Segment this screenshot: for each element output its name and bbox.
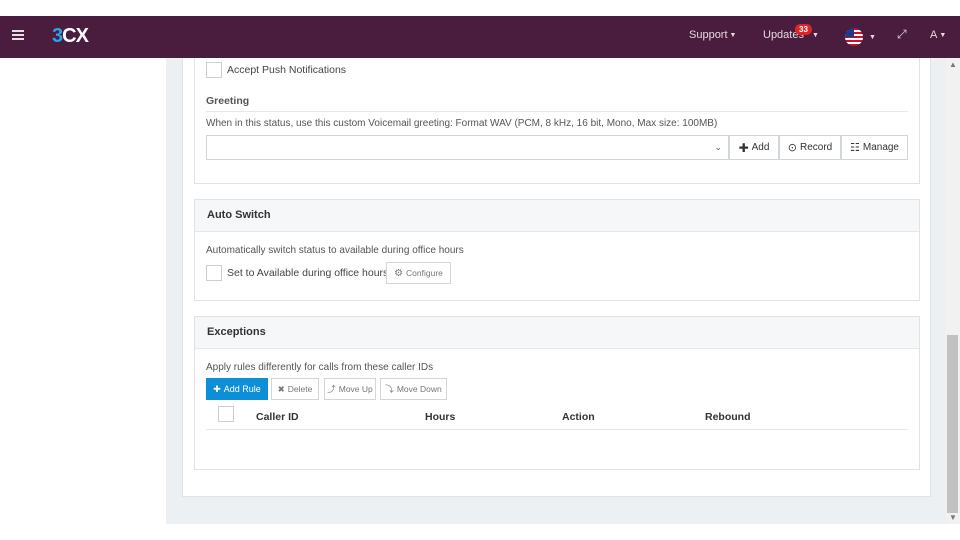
- arrow-down-icon: ⤵: [385, 384, 394, 394]
- user-menu[interactable]: A ▼: [930, 29, 946, 41]
- scroll-up-arrow-icon[interactable]: ▲: [947, 60, 959, 69]
- caret-down-icon: ▼: [811, 31, 819, 39]
- exceptions-help: Apply rules differently for calls from t…: [206, 362, 434, 373]
- push-notifications-label: Accept Push Notifications: [227, 64, 347, 76]
- column-header-hours[interactable]: Hours: [425, 411, 455, 423]
- add-rule-button[interactable]: ✚ Add Rule: [206, 378, 268, 400]
- plus-icon: ✚: [213, 383, 221, 394]
- top-navbar: 3CX Support ▼ Updates ▼ 33 ▼ ⤢ A ▼: [0, 16, 960, 58]
- updates-badge: 33: [795, 24, 812, 35]
- exceptions-title: Exceptions: [195, 317, 919, 349]
- push-notifications-checkbox[interactable]: [206, 62, 222, 78]
- left-gutter: [0, 58, 166, 540]
- caret-down-icon: ▼: [939, 31, 947, 39]
- us-flag-icon[interactable]: [845, 28, 863, 46]
- chevron-down-icon: ⌄: [714, 142, 722, 152]
- configure-button[interactable]: ⚙ Configure: [386, 262, 451, 284]
- greeting-add-button[interactable]: ✚ Add: [729, 135, 779, 160]
- divider: [206, 111, 908, 112]
- auto-switch-title: Auto Switch: [195, 200, 919, 232]
- move-down-button[interactable]: ⤵ Move Down: [380, 378, 447, 400]
- scrollbar-thumb[interactable]: [947, 335, 958, 513]
- close-icon: ✖: [277, 383, 285, 394]
- greeting-manage-button[interactable]: ☷ Manage: [841, 135, 908, 160]
- caret-down-icon: ▼: [729, 31, 737, 39]
- list-icon: ☷: [849, 142, 860, 154]
- move-up-button[interactable]: ⤴ Move Up: [324, 378, 376, 400]
- gear-icon: ⚙: [394, 267, 404, 279]
- logo[interactable]: 3CX: [52, 25, 89, 48]
- auto-switch-checkbox[interactable]: [206, 265, 222, 281]
- column-header-rebound[interactable]: Rebound: [705, 411, 751, 423]
- support-menu[interactable]: Support ▼: [689, 29, 736, 41]
- greeting-help: When in this status, use this custom Voi…: [206, 118, 718, 129]
- menu-icon[interactable]: [12, 28, 24, 44]
- auto-switch-label: Set to Available during office hours: [227, 267, 389, 279]
- select-all-checkbox[interactable]: [218, 406, 234, 422]
- column-header-caller-id[interactable]: Caller ID: [256, 411, 299, 423]
- delete-button[interactable]: ✖ Delete: [271, 378, 319, 400]
- arrow-up-icon: ⤴: [327, 384, 336, 394]
- greeting-title: Greeting: [206, 95, 250, 107]
- greeting-select[interactable]: ⌄: [206, 135, 729, 160]
- column-header-action[interactable]: Action: [562, 411, 595, 423]
- language-caret-icon[interactable]: ▼: [867, 31, 876, 43]
- record-icon: ⊙: [787, 142, 797, 154]
- table-divider: [206, 429, 908, 430]
- plus-icon: ✚: [738, 140, 749, 155]
- greeting-record-button[interactable]: ⊙ Record: [779, 135, 841, 160]
- fullscreen-icon[interactable]: ⤢: [897, 27, 907, 42]
- scroll-down-arrow-icon[interactable]: ▼: [947, 513, 959, 522]
- auto-switch-help: Automatically switch status to available…: [206, 245, 464, 256]
